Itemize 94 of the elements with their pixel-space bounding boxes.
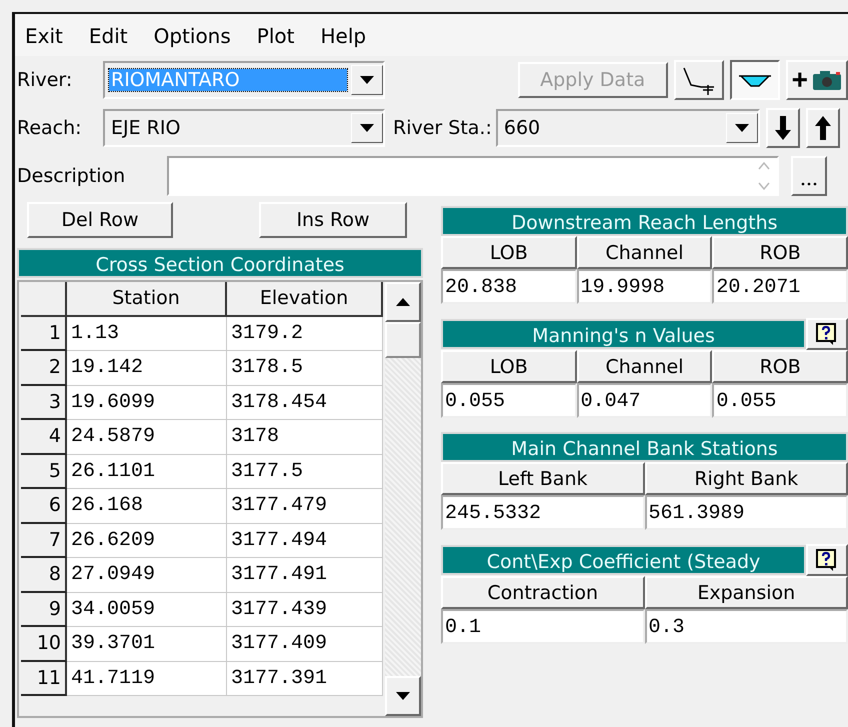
- row-number: 3: [21, 386, 67, 420]
- column-header: LOB: [441, 236, 577, 269]
- elevation-cell[interactable]: 3177.391: [227, 662, 383, 696]
- column-header: Right Bank: [644, 462, 848, 495]
- menu-item[interactable]: Plot: [256, 24, 294, 48]
- value-cell[interactable]: 19.9998: [576, 269, 712, 304]
- down-arrow-button[interactable]: [766, 108, 800, 148]
- station-cell[interactable]: 19.142: [67, 351, 227, 386]
- row-number: 6: [21, 489, 67, 524]
- station-cell[interactable]: 24.5879: [67, 420, 227, 454]
- column-header: Left Bank: [441, 462, 644, 495]
- row-number: 10: [21, 627, 67, 662]
- elevation-cell[interactable]: 3179.2: [227, 316, 383, 351]
- station-cell[interactable]: 26.168: [67, 489, 227, 524]
- camera-icon: [812, 69, 842, 91]
- elevation-cell[interactable]: 3177.479: [227, 489, 383, 524]
- ellipsis-button[interactable]: [791, 156, 827, 196]
- reach-dropdown[interactable]: EJE RIO: [103, 109, 385, 147]
- up-arrow-button[interactable]: [806, 108, 840, 148]
- help-icon: [815, 548, 839, 572]
- description-field[interactable]: [167, 156, 779, 196]
- value-cell[interactable]: 0.3: [644, 609, 848, 644]
- value-cell[interactable]: 245.5332: [441, 495, 644, 530]
- value-cell[interactable]: 0.1: [441, 609, 644, 644]
- station-cell[interactable]: 26.1101: [67, 454, 227, 489]
- panel-title: Main Channel Bank Stations: [441, 432, 848, 462]
- elevation-cell[interactable]: 3177.5: [227, 454, 383, 489]
- column-header: Expansion: [644, 576, 848, 609]
- panel-title: Cont\Exp Coefficient (Steady: [441, 545, 806, 575]
- column-header: Elevation: [227, 282, 383, 316]
- down-arrow-icon: [774, 116, 791, 140]
- column-header: ROB: [712, 236, 848, 269]
- value-cell[interactable]: 0.047: [576, 383, 712, 418]
- row-number: 4: [21, 420, 67, 454]
- help-icon: [815, 322, 839, 346]
- elevation-cell[interactable]: 3177.409: [227, 627, 383, 662]
- elevation-cell[interactable]: 3178.5: [227, 351, 383, 386]
- river-station-dropdown[interactable]: 660: [496, 109, 760, 147]
- scroll-down-icon[interactable]: [385, 676, 421, 716]
- row-number: 5: [21, 454, 67, 489]
- menu-item[interactable]: Help: [320, 24, 366, 48]
- cross-section-plot-icon: [680, 65, 717, 95]
- station-cell[interactable]: 27.0949: [67, 558, 227, 592]
- column-header: Contraction: [441, 576, 644, 609]
- spinner-icon: [757, 159, 771, 193]
- scroll-thumb[interactable]: [385, 322, 421, 358]
- plot-tool-button[interactable]: [674, 60, 724, 100]
- row-number: 11: [21, 662, 67, 696]
- help-button[interactable]: [806, 318, 848, 350]
- help-button[interactable]: [806, 544, 848, 576]
- river-label: River:: [16, 69, 74, 91]
- row-number: 1: [21, 316, 67, 351]
- menu-item[interactable]: Options: [154, 24, 231, 48]
- value-cell[interactable]: 0.055: [441, 383, 577, 418]
- station-cell[interactable]: 26.6209: [67, 524, 227, 558]
- panel-title: Manning's n Values: [441, 319, 806, 349]
- scroll-up-icon[interactable]: [385, 282, 421, 322]
- value-cell[interactable]: 20.2071: [712, 269, 848, 304]
- value-cell[interactable]: 561.3989: [644, 495, 848, 530]
- panel-title: Downstream Reach Lengths: [441, 206, 848, 236]
- station-cell[interactable]: 41.7119: [67, 662, 227, 696]
- row-number: 2: [21, 351, 67, 386]
- insert-row-button[interactable]: Ins Row: [259, 202, 407, 238]
- value-cell[interactable]: 0.055: [712, 383, 848, 418]
- row-number: 7: [21, 524, 67, 558]
- menu-item[interactable]: Exit: [25, 24, 63, 48]
- elevation-cell[interactable]: 3177.491: [227, 558, 383, 592]
- column-header: Station: [67, 282, 227, 316]
- add-photo-button[interactable]: +: [786, 60, 848, 100]
- up-arrow-icon: [814, 116, 831, 140]
- column-header: Channel: [576, 236, 712, 269]
- corner-cell: [21, 282, 67, 316]
- delete-row-button[interactable]: Del Row: [27, 202, 173, 238]
- station-cell[interactable]: 39.3701: [67, 627, 227, 662]
- column-header: ROB: [712, 350, 848, 383]
- station-cell[interactable]: 19.6099: [67, 386, 227, 420]
- station-cell[interactable]: 34.0059: [67, 592, 227, 627]
- elevation-cell[interactable]: 3177.494: [227, 524, 383, 558]
- menu-item[interactable]: Edit: [88, 24, 128, 48]
- table-title: Cross Section Coordinates: [17, 248, 423, 278]
- water-section-button[interactable]: [730, 60, 780, 100]
- ellipsis-icon: [801, 182, 817, 186]
- column-header: Channel: [576, 350, 712, 383]
- reach-label: Reach:: [16, 117, 83, 139]
- value-cell[interactable]: 20.838: [441, 269, 577, 304]
- station-cell[interactable]: 1.13: [67, 316, 227, 351]
- river-station-label: River Sta.:: [393, 117, 492, 139]
- elevation-cell[interactable]: 3178.454: [227, 386, 383, 420]
- row-number: 9: [21, 592, 67, 627]
- row-number: 8: [21, 558, 67, 592]
- column-header: LOB: [441, 350, 577, 383]
- description-label: Description: [16, 165, 126, 187]
- elevation-cell[interactable]: 3177.439: [227, 592, 383, 627]
- elevation-cell[interactable]: 3178: [227, 420, 383, 454]
